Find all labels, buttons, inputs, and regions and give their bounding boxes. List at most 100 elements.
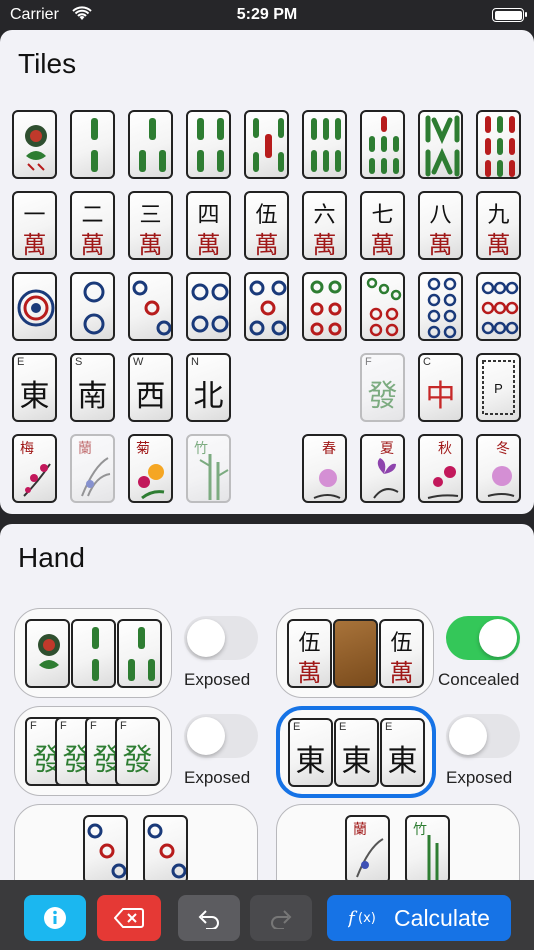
wind-south-tile[interactable]: S南: [70, 353, 115, 422]
info-button[interactable]: [24, 895, 86, 941]
bamboo-plant-icon: [199, 454, 229, 500]
character-6-tile[interactable]: 六萬: [302, 191, 347, 260]
hand-group-5[interactable]: [14, 804, 258, 880]
season-autumn-tile[interactable]: 秋: [418, 434, 463, 503]
hand-east-wind-2-tile[interactable]: E東: [334, 718, 379, 787]
bamboo-5-tile[interactable]: [244, 110, 289, 179]
exposed-label-1: Exposed: [184, 670, 251, 689]
hand-green-dragon-4-tile[interactable]: F發: [115, 717, 160, 786]
hand-group-3[interactable]: F發 F發 F發 F發: [14, 706, 172, 796]
hand-title: Hand: [18, 542, 85, 573]
hand-panel: Hand Exposed 伍萬 伍萬 Concealed F發 F發 F發 F發…: [0, 524, 534, 880]
season-spring-tile[interactable]: 春: [302, 434, 347, 503]
concealed-toggle[interactable]: [446, 616, 520, 660]
character-2-tile[interactable]: 二萬: [70, 191, 115, 260]
bamboo-1-tile[interactable]: [12, 110, 57, 179]
hand-dot-3b-tile[interactable]: [143, 815, 188, 880]
wind-north-tile[interactable]: N北: [186, 353, 231, 422]
bamboo-4-tile[interactable]: [186, 110, 231, 179]
calculate-button[interactable]: f (x) Calculate: [327, 895, 511, 941]
character-1-tile[interactable]: 一萬: [12, 191, 57, 260]
undo-icon: [198, 910, 219, 929]
bamboo-2-tile[interactable]: [70, 110, 115, 179]
svg-text:f: f: [348, 908, 358, 929]
flower-plum-tile[interactable]: 梅: [12, 434, 57, 503]
bamboo-8-tile[interactable]: [418, 110, 463, 179]
winter-flower-icon: [487, 466, 515, 497]
redo-icon: [271, 910, 292, 929]
exposed-toggle-1[interactable]: [184, 616, 258, 660]
calculate-label: Calculate: [394, 904, 490, 931]
clock: 5:29 PM: [236, 6, 298, 23]
svg-text:(x): (x): [358, 911, 376, 926]
battery-icon: [492, 8, 527, 22]
hand-group-2[interactable]: 伍萬 伍萬: [276, 608, 434, 698]
undo-button[interactable]: [178, 895, 240, 941]
character-7-tile[interactable]: 七萬: [360, 191, 405, 260]
exposed-label-2: Exposed: [184, 768, 251, 787]
flower-bamboo-tile[interactable]: 竹: [186, 434, 231, 503]
character-8-tile[interactable]: 八萬: [418, 191, 463, 260]
dot-8-tile[interactable]: [418, 272, 463, 341]
wind-east-tile[interactable]: E東: [12, 353, 57, 422]
status-bar: Carrier 5:29 PM: [0, 0, 534, 30]
hand-tile-back[interactable]: [333, 619, 378, 688]
bamboo-7-tile[interactable]: [360, 110, 405, 179]
hand-bamboo-3-tile[interactable]: [117, 619, 162, 688]
redo-button[interactable]: [250, 895, 312, 941]
tiles-panel: Tiles 一萬 二萬 三萬 四萬 伍萬 六萬 七萬 八萬 九萬 E東 S南 W…: [0, 30, 534, 514]
info-icon: [44, 907, 66, 929]
plum-blossom-icon: [23, 463, 51, 497]
hand-character-5b-tile[interactable]: 伍萬: [379, 619, 424, 688]
tiles-title: Tiles: [18, 48, 77, 79]
flower-chrysanthemum-tile[interactable]: 菊: [128, 434, 173, 503]
delete-button[interactable]: [97, 895, 161, 941]
delete-backward-icon: [114, 908, 144, 928]
dragon-green-tile[interactable]: F發: [360, 353, 405, 422]
dot-9-tile[interactable]: [476, 272, 521, 341]
orchid-icon: [81, 457, 111, 497]
character-4-tile[interactable]: 四萬: [186, 191, 231, 260]
hand-east-wind-3-tile[interactable]: E東: [380, 718, 425, 787]
hand-group-4[interactable]: E東 E東 E東: [276, 706, 436, 798]
bamboo-3-tile[interactable]: [128, 110, 173, 179]
bottom-toolbar: f (x) Calculate: [0, 880, 534, 950]
dot-7-tile[interactable]: [360, 272, 405, 341]
exposed-toggle-2[interactable]: [184, 714, 258, 758]
dragon-red-tile[interactable]: C中: [418, 353, 463, 422]
bamboo-9-tile[interactable]: [476, 110, 521, 179]
chrysanthemum-icon: [138, 464, 165, 500]
dot-5-tile[interactable]: [244, 272, 289, 341]
hand-group-6[interactable]: 蘭 竹: [276, 804, 520, 880]
autumn-flower-icon: [427, 466, 459, 499]
hand-dot-3a-tile[interactable]: [83, 815, 128, 880]
flower-orchid-tile[interactable]: 蘭: [70, 434, 115, 503]
function-icon: f (x): [348, 908, 376, 929]
exposed-toggle-3[interactable]: [446, 714, 520, 758]
hand-bamboo-flower-tile[interactable]: 竹: [405, 815, 450, 880]
spring-flower-icon: [313, 469, 341, 499]
hand-east-wind-1-tile[interactable]: E東: [288, 718, 333, 787]
character-5-tile[interactable]: 伍萬: [244, 191, 289, 260]
hand-bamboo-1-tile[interactable]: [25, 619, 70, 688]
character-3-tile[interactable]: 三萬: [128, 191, 173, 260]
character-9-tile[interactable]: 九萬: [476, 191, 521, 260]
wind-west-tile[interactable]: W西: [128, 353, 173, 422]
bamboo-6-tile[interactable]: [302, 110, 347, 179]
hand-character-5a-tile[interactable]: 伍萬: [287, 619, 332, 688]
season-winter-tile[interactable]: 冬: [476, 434, 521, 503]
hand-bamboo-2-tile[interactable]: [71, 619, 116, 688]
dot-4-tile[interactable]: [186, 272, 231, 341]
hand-group-1[interactable]: [14, 608, 172, 698]
concealed-label: Concealed: [438, 670, 520, 689]
season-summer-tile[interactable]: 夏: [360, 434, 405, 503]
dot-3-tile[interactable]: [128, 272, 173, 341]
exposed-label-3: Exposed: [446, 768, 513, 787]
dot-1-tile[interactable]: [12, 272, 57, 341]
peacock-icon: [25, 125, 47, 171]
dragon-white-tile[interactable]: P: [476, 353, 521, 422]
dot-6-tile[interactable]: [302, 272, 347, 341]
hand-orchid-tile[interactable]: 蘭: [345, 815, 390, 880]
summer-flower-icon: [373, 458, 399, 499]
dot-2-tile[interactable]: [70, 272, 115, 341]
